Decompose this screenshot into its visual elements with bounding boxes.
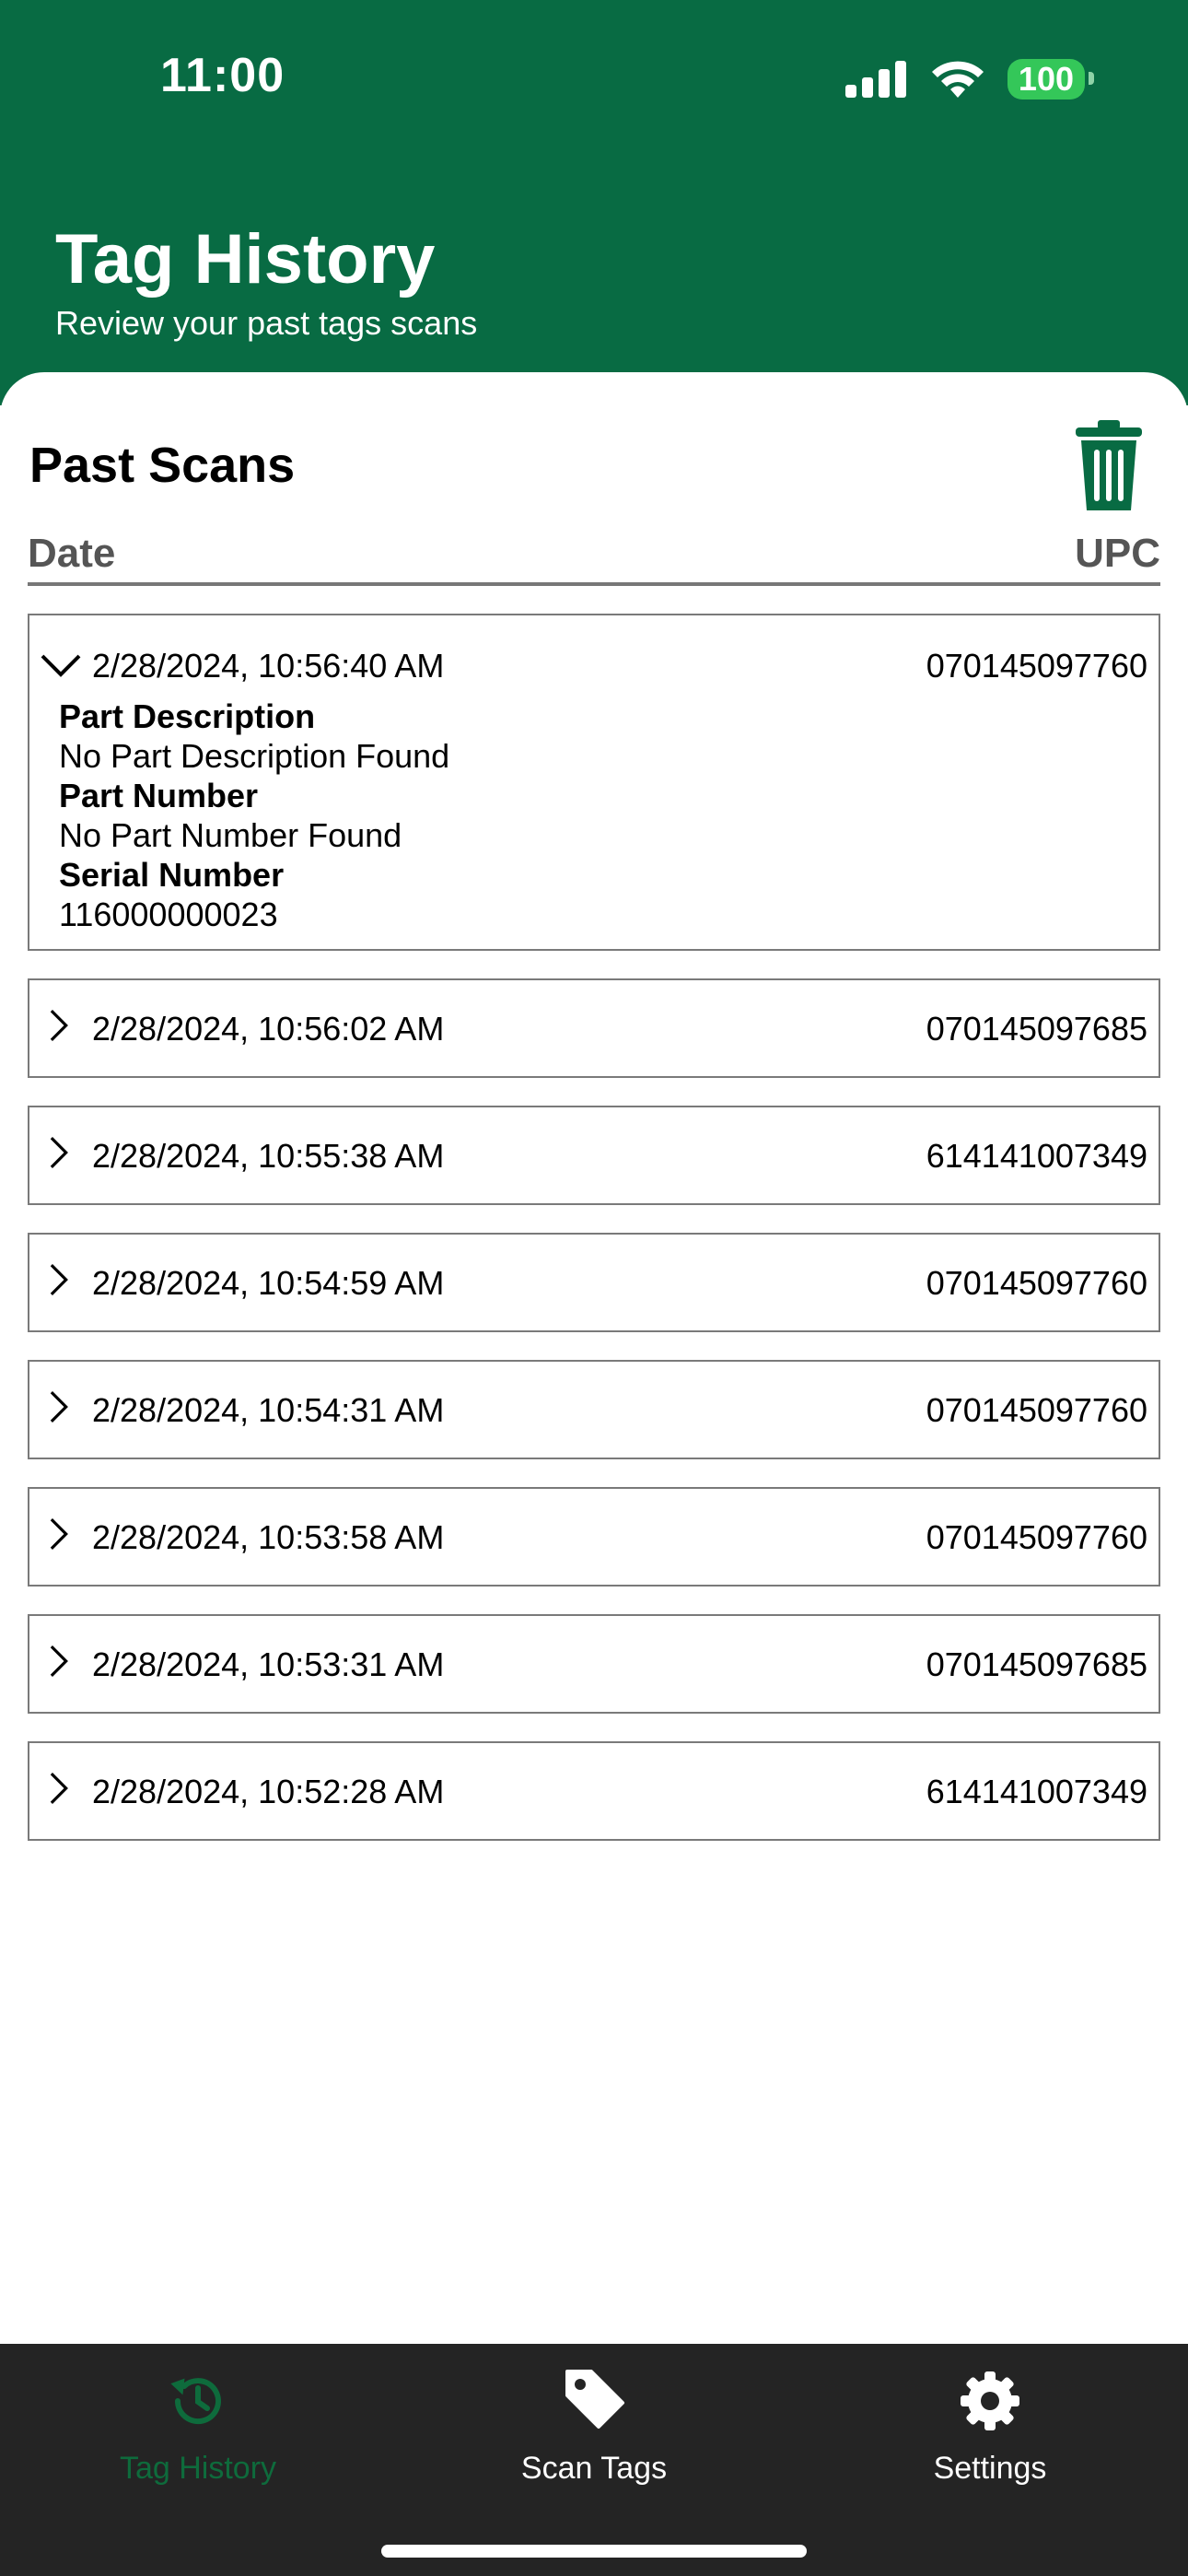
scan-upc: 070145097760: [926, 647, 1147, 685]
scan-upc: 614141007349: [926, 1137, 1147, 1175]
section-title: Past Scans: [29, 438, 296, 493]
tab-label: Tag History: [119, 2451, 277, 2486]
scan-row[interactable]: 2/28/2024, 10:53:31 AM 070145097685: [28, 1614, 1160, 1714]
scan-row[interactable]: 2/28/2024, 10:54:59 AM 070145097760: [28, 1233, 1160, 1332]
scan-upc: 614141007349: [926, 1773, 1147, 1810]
status-icons: 100: [844, 55, 1095, 103]
chevron-right-icon[interactable]: [41, 1771, 76, 1806]
chevron-right-icon[interactable]: [41, 1389, 76, 1424]
scan-upc: 070145097760: [926, 1391, 1147, 1429]
scan-date: 2/28/2024, 10:52:28 AM: [92, 1773, 445, 1810]
scan-upc: 070145097685: [926, 1010, 1147, 1048]
page-title: Tag History: [55, 220, 436, 299]
scan-details: Part Description No Part Description Fou…: [59, 697, 449, 934]
tag-icon: [565, 2370, 624, 2429]
cellular-signal-icon: [844, 61, 906, 98]
chevron-right-icon[interactable]: [41, 1008, 76, 1043]
scan-date: 2/28/2024, 10:54:31 AM: [92, 1391, 445, 1429]
serial-number-label: Serial Number: [59, 856, 285, 894]
chevron-right-icon[interactable]: [41, 1516, 76, 1551]
scan-date: 2/28/2024, 10:55:38 AM: [92, 1137, 445, 1175]
part-description-label: Part Description: [59, 697, 316, 735]
scan-row[interactable]: 2/28/2024, 10:56:02 AM 070145097685: [28, 978, 1160, 1078]
scan-row[interactable]: 2/28/2024, 10:54:31 AM 070145097760: [28, 1360, 1160, 1459]
scan-date: 2/28/2024, 10:54:59 AM: [92, 1264, 445, 1302]
tab-bar: Tag History Scan Tags Settings: [0, 2344, 1188, 2576]
app-header: 11:00 100 Tag History Review your past t…: [0, 0, 1188, 405]
page-subtitle: Review your past tags scans: [55, 304, 478, 342]
scan-upc: 070145097760: [926, 1264, 1147, 1302]
scan-row[interactable]: 2/28/2024, 10:53:58 AM 070145097760: [28, 1487, 1160, 1587]
home-indicator: [381, 2545, 807, 2558]
scan-date: 2/28/2024, 10:56:40 AM: [92, 647, 445, 685]
chevron-down-icon[interactable]: [39, 647, 83, 682]
status-time: 11:00: [160, 49, 285, 102]
tab-settings[interactable]: Settings: [792, 2344, 1188, 2528]
wifi-icon: [931, 61, 984, 98]
gear-icon: [961, 2371, 1019, 2430]
header-divider: [28, 582, 1160, 586]
scan-upc: 070145097760: [926, 1518, 1147, 1556]
scan-date: 2/28/2024, 10:56:02 AM: [92, 1010, 445, 1048]
scan-upc: 070145097685: [926, 1645, 1147, 1683]
column-header-upc: UPC: [1075, 531, 1160, 576]
scan-row[interactable]: 2/28/2024, 10:52:28 AM 614141007349: [28, 1741, 1160, 1841]
chevron-right-icon[interactable]: [41, 1135, 76, 1170]
chevron-right-icon[interactable]: [41, 1644, 76, 1679]
tab-label: Settings: [933, 2451, 1047, 2486]
trash-icon[interactable]: [1072, 420, 1146, 512]
chevron-right-icon[interactable]: [41, 1262, 76, 1297]
tab-tag-history[interactable]: Tag History: [0, 2344, 396, 2528]
scan-row-expanded[interactable]: 2/28/2024, 10:56:40 AM 070145097760 Part…: [28, 614, 1160, 951]
part-number-label: Part Number: [59, 777, 259, 814]
column-header-date: Date: [28, 531, 116, 576]
history-icon: [170, 2378, 221, 2425]
tab-scan-tags[interactable]: Scan Tags: [396, 2344, 792, 2528]
battery-indicator: 100: [1007, 59, 1095, 100]
part-number-value: No Part Number Found: [59, 816, 402, 854]
scan-date: 2/28/2024, 10:53:31 AM: [92, 1645, 445, 1683]
tab-label: Scan Tags: [520, 2451, 668, 2486]
scan-row[interactable]: 2/28/2024, 10:55:38 AM 614141007349: [28, 1106, 1160, 1205]
scan-date: 2/28/2024, 10:53:58 AM: [92, 1518, 445, 1556]
part-description-value: No Part Description Found: [59, 737, 450, 775]
serial-number-value: 116000000023: [59, 896, 278, 933]
